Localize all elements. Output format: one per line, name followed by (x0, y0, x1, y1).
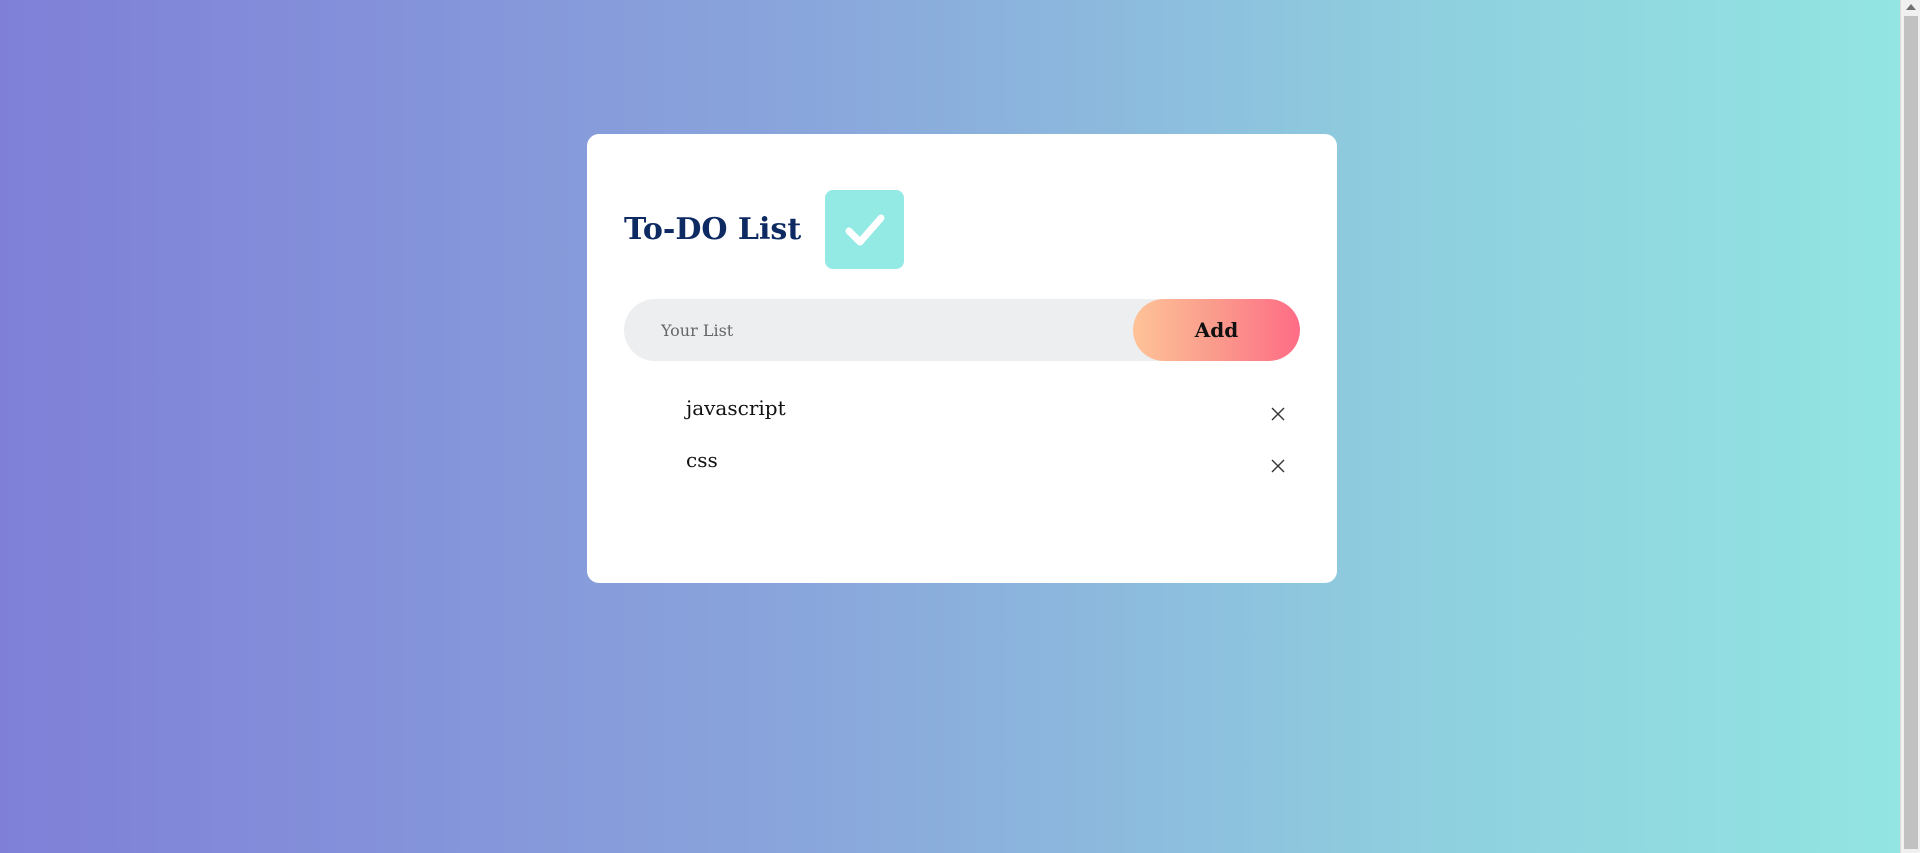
check-icon (845, 214, 885, 245)
scroll-up-arrow-icon[interactable] (1906, 4, 1916, 10)
task-input[interactable] (624, 299, 1133, 361)
list-item[interactable]: css (624, 447, 1300, 499)
task-list: javascript css (624, 395, 1300, 499)
app-logo (825, 190, 905, 269)
page-background: To-DO List Add javascript css (0, 0, 1900, 853)
close-icon (1271, 459, 1285, 473)
app-title: To-DO List (624, 212, 802, 247)
list-item[interactable]: javascript (624, 395, 1300, 447)
remove-task-button[interactable] (1268, 404, 1288, 424)
scrollbar-thumb[interactable] (1904, 16, 1918, 849)
remove-task-button[interactable] (1268, 456, 1288, 476)
task-text: javascript (686, 396, 786, 420)
task-text: css (686, 448, 718, 472)
close-icon (1271, 407, 1285, 421)
add-button[interactable]: Add (1133, 299, 1300, 361)
todo-header: To-DO List (624, 190, 1300, 269)
vertical-scrollbar[interactable] (1900, 0, 1920, 853)
todo-card: To-DO List Add javascript css (587, 134, 1337, 583)
add-task-row: Add (624, 299, 1300, 361)
